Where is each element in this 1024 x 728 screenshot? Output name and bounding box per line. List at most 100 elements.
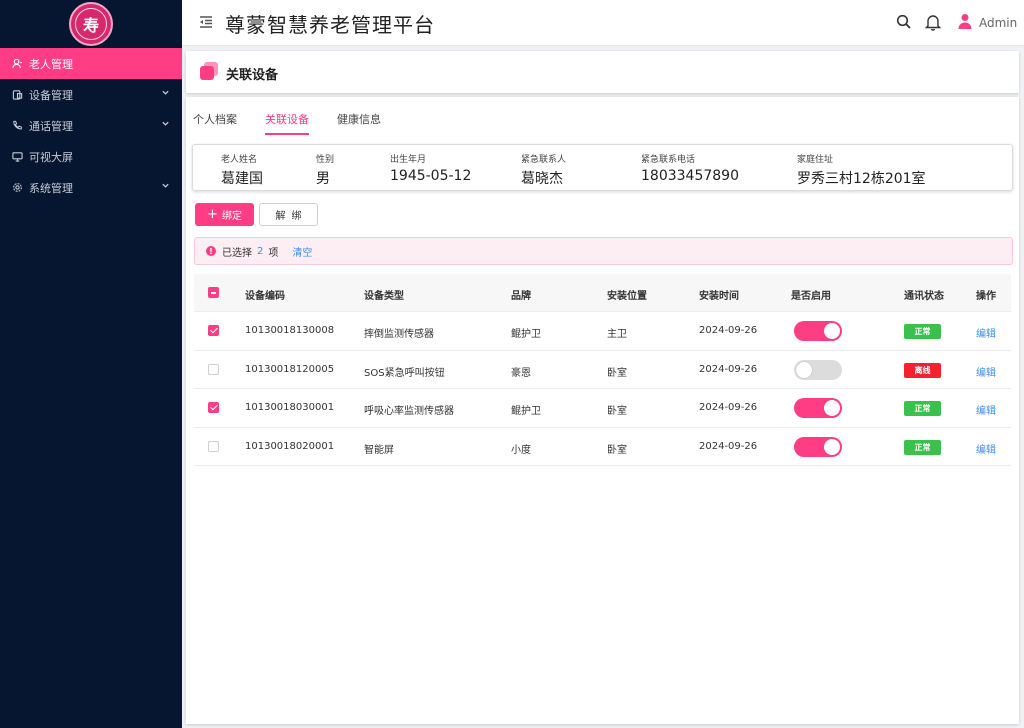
table-row: 10130018120005 SOS紧急呼叫按钮 豪恩 卧室 2024-09-26 离线 编… [194, 351, 1011, 389]
status-badge: 离线 [904, 362, 941, 378]
user-menu[interactable]: Admin [957, 13, 1017, 33]
row-checkbox[interactable] [208, 402, 219, 413]
emergency-contact-value: 葛晓杰 [521, 171, 563, 187]
select-all-checkbox[interactable] [208, 287, 219, 298]
sidebar-item-2[interactable]: 通话管理 [0, 110, 182, 141]
toggle-knob [824, 438, 840, 455]
unbind-button[interactable]: 解绑 [259, 203, 318, 226]
page-title-card: 关联设备 [186, 51, 1019, 93]
home-address-value: 罗秀三村12栋201室 [797, 171, 926, 187]
sidebar-item-1[interactable]: 设备管理 [0, 79, 182, 110]
sidebar-item-label: 可视大屏 [29, 150, 73, 164]
cell-device-type: 摔倒监测传感器 [364, 329, 434, 340]
device-icon [11, 89, 23, 101]
cell-location: 主卫 [607, 329, 627, 340]
col-header-actions: 操作 [976, 291, 996, 302]
cell-install-date: 2024-09-26 [699, 325, 758, 336]
main-card: 个人档案 关联设备 健康信息 老人姓名 葛建国 性别 男 出生年月 1945-0… [186, 97, 1019, 724]
status-badge: 正常 [904, 439, 941, 455]
user-icon [957, 13, 973, 33]
cell-device-code: 10130018130008 [245, 325, 335, 336]
cell-device-type: 呼吸心率监测传感器 [364, 406, 454, 417]
edit-link[interactable]: 编辑 [976, 441, 996, 456]
status-badge: 正常 [904, 324, 941, 339]
cell-location: 卧室 [607, 406, 627, 417]
col-header-brand: 品牌 [511, 291, 531, 302]
cell-brand: 鲲护卫 [511, 329, 541, 340]
device-table: 设备编码 设备类型 品牌 安装位置 安装时间 是否启用 通讯状态 操作 1013… [194, 274, 1011, 466]
elder-gender-label: 性别 [316, 155, 335, 165]
bind-button[interactable]: + 绑定 [195, 203, 254, 226]
enabled-toggle[interactable] [794, 359, 842, 380]
info-icon: ! [206, 246, 216, 256]
emergency-contact-label: 紧急联系人 [521, 155, 567, 165]
menu-fold-icon[interactable] [198, 14, 214, 30]
row-checkbox[interactable] [208, 363, 219, 375]
user-name: Admin [979, 16, 1018, 30]
cell-install-date: 2024-09-26 [699, 440, 758, 452]
device-stack-icon [200, 62, 218, 80]
table-row: 10130018020001 智能屏 小度 卧室 2024-09-26 正常 编辑 [194, 428, 1011, 466]
chevron-down-icon [161, 119, 170, 131]
cell-location: 卧室 [607, 444, 627, 456]
cell-brand: 鲲护卫 [511, 406, 541, 417]
gear-icon [11, 182, 23, 194]
elder-birth-value: 1945-05-12 [390, 168, 472, 184]
emergency-contact-field: 紧急联系人 葛晓杰 [521, 152, 566, 188]
app-title: 尊蒙智慧养老管理平台 [225, 13, 435, 37]
sidebar-item-4[interactable]: 系统管理 [0, 172, 182, 203]
enabled-toggle[interactable] [794, 398, 842, 418]
row-checkbox[interactable] [208, 440, 219, 452]
elder-birth-field: 出生年月 1945-05-12 [390, 152, 471, 184]
elder-birth-label: 出生年月 [390, 155, 427, 165]
plus-icon: + [207, 207, 218, 222]
sidebar: 寿 老人管理 设备管理 通话管理可视大屏系统管理 [0, 0, 182, 728]
enabled-toggle[interactable] [794, 436, 842, 457]
col-header-date: 安装时间 [699, 291, 739, 302]
clear-selection-link[interactable]: 清空 [292, 244, 312, 259]
search-icon[interactable] [896, 14, 912, 34]
cell-install-date: 2024-09-26 [699, 402, 758, 413]
cell-install-date: 2024-09-26 [699, 363, 758, 375]
status-badge: 正常 [904, 401, 941, 416]
sidebar-item-3[interactable]: 可视大屏 [0, 141, 182, 172]
row-checkbox[interactable] [208, 325, 219, 336]
app-logo[interactable]: 寿 [69, 2, 113, 46]
top-header: 尊蒙智慧养老管理平台 Admin [182, 0, 1024, 46]
chevron-down-icon [161, 181, 170, 193]
home-address-label: 家庭住址 [797, 155, 834, 165]
toggle-knob [796, 361, 812, 378]
col-header-type: 设备类型 [364, 291, 404, 302]
sidebar-item-0[interactable]: 老人管理 [0, 48, 182, 79]
selection-alert: ! 已选择 2 项 清空 [194, 237, 1013, 265]
table-header: 设备编码 设备类型 品牌 安装位置 安装时间 是否启用 通讯状态 操作 [194, 274, 1011, 312]
sidebar-item-label: 系统管理 [29, 181, 73, 195]
elder-info-panel: 老人姓名 葛建国 性别 男 出生年月 1945-05-12 紧急联系人 葛晓杰 … [192, 144, 1013, 191]
bind-button-label: 绑定 [221, 211, 242, 222]
elder-gender-field: 性别 男 [316, 152, 334, 188]
enabled-toggle[interactable] [794, 321, 842, 341]
cell-device-code: 10130018030001 [245, 402, 335, 413]
emergency-phone-field: 紧急联系电话 18033457890 [641, 152, 739, 184]
page-title: 关联设备 [226, 68, 279, 83]
cell-device-type: SOS紧急呼叫按钮 [364, 367, 445, 379]
selection-count: 2 [257, 245, 264, 257]
elder-name-field: 老人姓名 葛建国 [221, 152, 263, 188]
tab-linked-devices[interactable]: 关联设备 [265, 111, 309, 135]
tab-health-info[interactable]: 健康信息 [337, 111, 381, 127]
edit-link[interactable]: 编辑 [976, 402, 996, 417]
bell-icon[interactable] [924, 13, 942, 35]
tab-bar: 个人档案 关联设备 健康信息 [186, 97, 1019, 135]
edit-link[interactable]: 编辑 [976, 325, 996, 340]
chevron-down-icon [161, 88, 170, 100]
tab-profile[interactable]: 个人档案 [193, 111, 237, 127]
table-row: 10130018130008 摔倒监测传感器 鲲护卫 主卫 2024-09-26 正常 编辑 [194, 312, 1011, 351]
cell-device-code: 10130018120005 [245, 363, 335, 375]
elder-name-value: 葛建国 [221, 171, 263, 187]
selection-prefix: 已选择 [222, 247, 252, 259]
home-address-field: 家庭住址 罗秀三村12栋201室 [797, 152, 926, 188]
emergency-phone-value: 18033457890 [641, 168, 739, 184]
table-body: 10130018130008 摔倒监测传感器 鲲护卫 主卫 2024-09-26 正常 编辑… [194, 312, 1011, 466]
emergency-phone-label: 紧急联系电话 [641, 155, 696, 165]
edit-link[interactable]: 编辑 [976, 364, 996, 379]
